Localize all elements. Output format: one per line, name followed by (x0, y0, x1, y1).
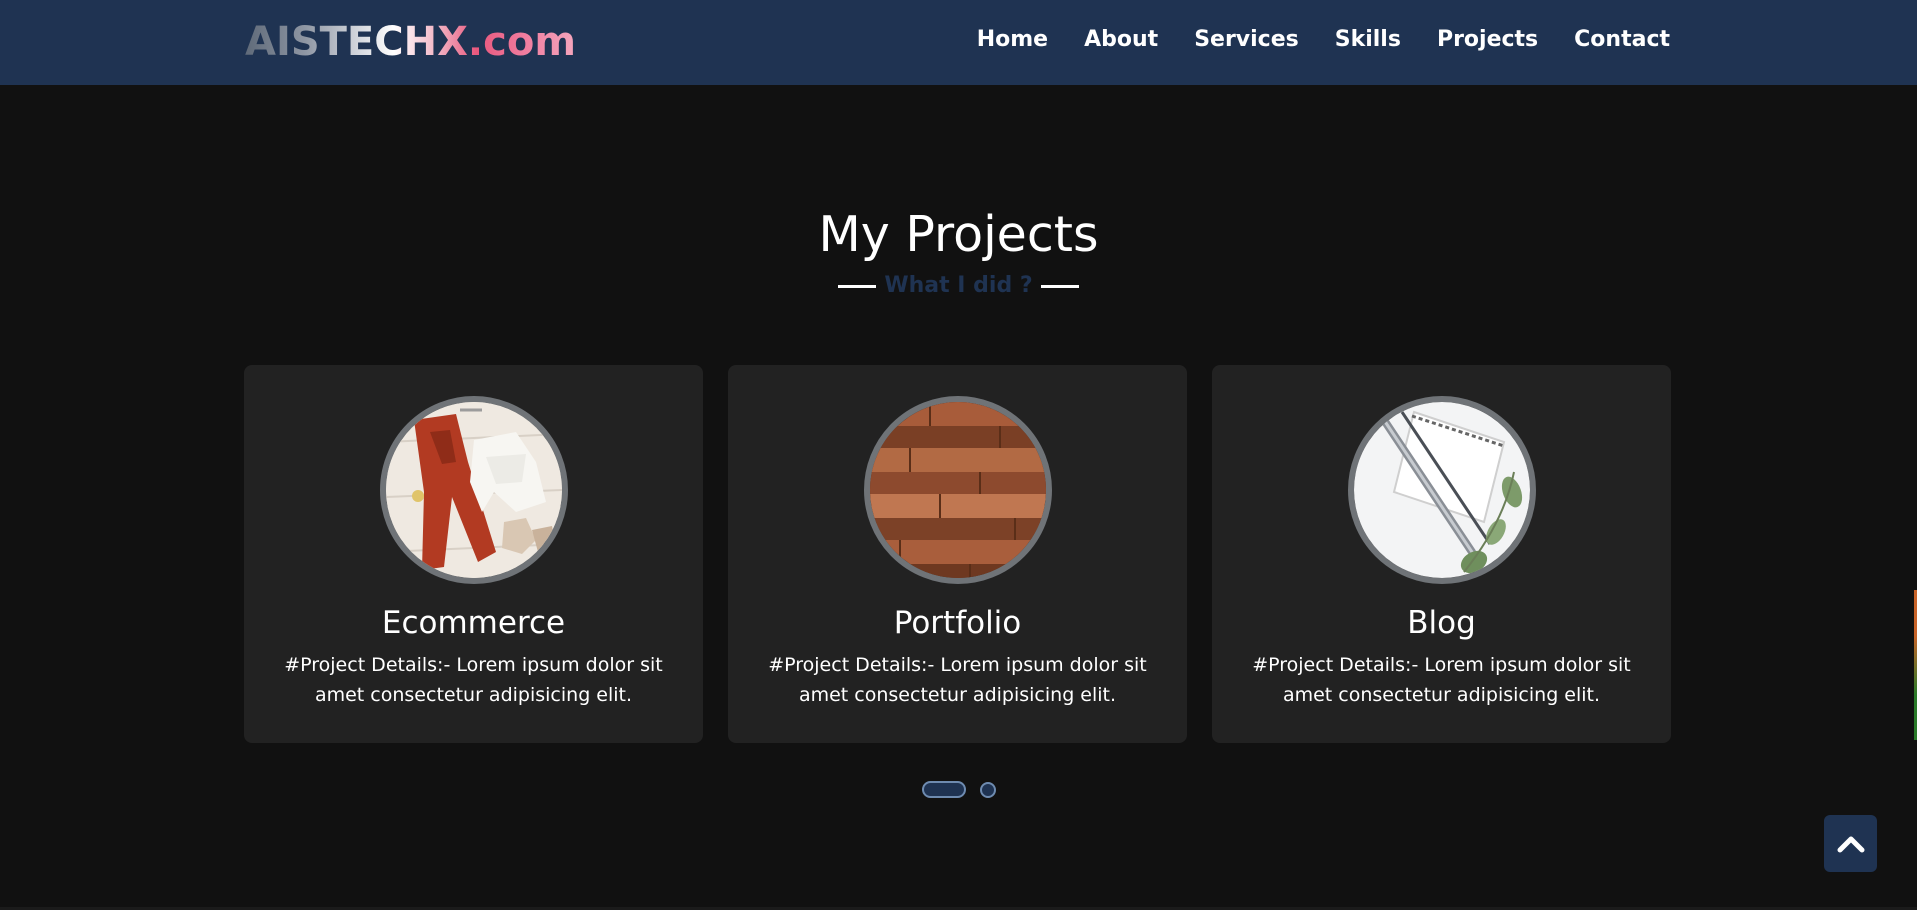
project-title: Portfolio (893, 605, 1022, 641)
project-card-ecommerce[interactable]: Ecommerce #Project Details:- Lorem ipsum… (244, 365, 703, 743)
nav-link-contact[interactable]: Contact (1574, 24, 1670, 56)
project-description: #Project Details:- Lorem ipsum dolor sit… (284, 654, 663, 706)
nav-link-skills[interactable]: Skills (1335, 24, 1401, 56)
carousel-pagination (0, 781, 1917, 798)
carousel-dot-active[interactable] (921, 781, 966, 798)
project-image-portfolio (863, 396, 1052, 584)
nav-menu: Home About Services Skills Projects Cont… (977, 24, 1670, 56)
section-subtitle: What I did ? (0, 270, 1917, 302)
nav-link-home[interactable]: Home (977, 24, 1048, 56)
nav-link-about[interactable]: About (1084, 24, 1158, 56)
project-title: Blog (1407, 605, 1476, 641)
navbar: AISTECHX.com Home About Services Skills … (0, 0, 1917, 85)
nav-link-services[interactable]: Services (1194, 24, 1299, 56)
carousel-dot[interactable] (979, 781, 996, 798)
project-card-portfolio[interactable]: Portfolio #Project Details:- Lorem ipsum… (728, 365, 1187, 743)
subtitle-text: What I did ? (884, 273, 1033, 298)
subtitle-divider-right (1040, 284, 1079, 288)
project-description: #Project Details:- Lorem ipsum dolor sit… (768, 654, 1147, 706)
page: AISTECHX.com Home About Services Skills … (0, 0, 1917, 910)
project-carousel: Ecommerce #Project Details:- Lorem ipsum… (244, 365, 1671, 743)
project-image-ecommerce (379, 396, 568, 584)
project-card-blog[interactable]: Blog #Project Details:- Lorem ipsum dolo… (1212, 365, 1671, 743)
scroll-top-button[interactable] (1824, 815, 1877, 872)
project-description: #Project Details:- Lorem ipsum dolor sit… (1252, 654, 1631, 706)
subtitle-divider-left (838, 284, 877, 288)
site-logo[interactable]: AISTECHX.com (245, 18, 576, 66)
chevron-up-icon (1837, 836, 1864, 852)
nav-link-projects[interactable]: Projects (1437, 24, 1538, 56)
project-title: Ecommerce (381, 605, 566, 641)
section-title: My Projects (818, 206, 1099, 263)
project-image-blog (1347, 396, 1536, 584)
